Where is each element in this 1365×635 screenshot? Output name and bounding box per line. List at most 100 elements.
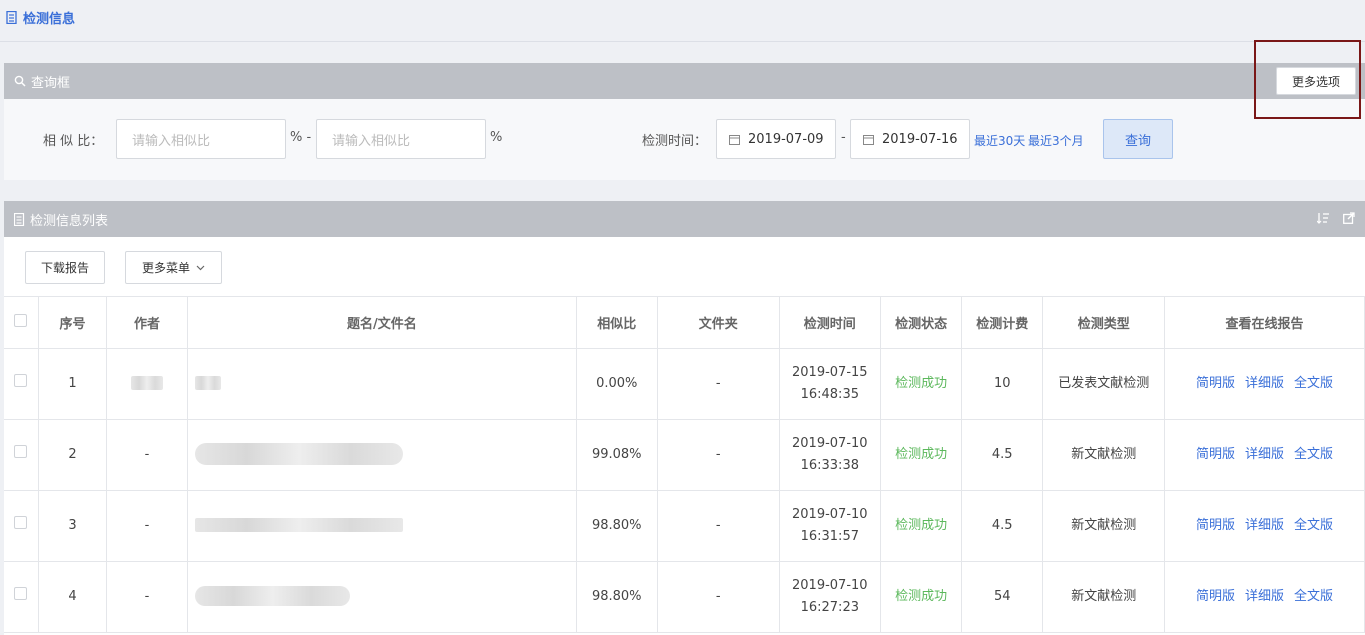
date-end-value: 2019-07-16	[882, 131, 958, 147]
table-row: 1 0.00% - 2019-07-15 16:48:35 检测成功 10 已发表…	[4, 348, 1365, 420]
author-cell: -	[106, 490, 189, 562]
column-header[interactable]: 作者	[106, 297, 189, 349]
row-number: 2	[38, 419, 107, 491]
detection-time-cell: 2019-07-10 16:33:38	[779, 419, 882, 491]
similarity-cell: 0.00%	[576, 348, 658, 420]
list-icon	[14, 212, 25, 226]
row-number: 3	[38, 490, 107, 562]
select-all-cell[interactable]	[4, 297, 39, 349]
detection-time-cell: 2019-07-10 16:27:23	[779, 561, 882, 633]
redacted-title	[195, 586, 351, 606]
date-start-value: 2019-07-09	[748, 131, 824, 147]
row-checkbox[interactable]	[14, 444, 28, 458]
column-header[interactable]: 相似比	[576, 297, 658, 349]
brief-report-link[interactable]: 简明版	[1196, 589, 1235, 604]
detailed-report-link[interactable]: 详细版	[1245, 376, 1284, 391]
full-report-link[interactable]: 全文版	[1294, 376, 1333, 391]
column-header[interactable]: 序号	[38, 297, 107, 349]
calendar-icon	[729, 134, 740, 145]
fee-cell: 4.5	[961, 490, 1044, 562]
folder-cell: -	[657, 348, 780, 420]
row-number: 1	[38, 348, 107, 420]
list-panel: 检测信息列表 下载报告 更多菜单 序号 作者 题名/文件名 相似比 文件夹 检测…	[4, 201, 1365, 635]
report-links-cell: 简明版 详细版 全文版	[1164, 561, 1365, 633]
folder-cell: -	[657, 419, 780, 491]
fee-cell: 10	[961, 348, 1044, 420]
similarity-max-input[interactable]: 请输入相似比	[316, 119, 486, 159]
row-number: 4	[38, 561, 107, 633]
list-toolbar: 下载报告 更多菜单	[4, 237, 1365, 297]
query-panel-header: 查询框 更多选项	[4, 63, 1365, 99]
report-links-cell: 简明版 详细版 全文版	[1164, 348, 1365, 420]
date-end-input[interactable]: 2019-07-16	[850, 119, 970, 159]
status-cell: 检测成功	[880, 490, 963, 562]
row-checkbox[interactable]	[14, 515, 28, 529]
page-title: 检测信息	[6, 8, 75, 27]
sort-icon[interactable]	[1317, 212, 1329, 224]
fee-cell: 54	[961, 561, 1044, 633]
full-report-link[interactable]: 全文版	[1294, 518, 1333, 533]
chevron-down-icon	[196, 265, 205, 270]
last-3-months-link[interactable]: 最近3个月	[1028, 132, 1084, 149]
brief-report-link[interactable]: 简明版	[1196, 447, 1235, 462]
detailed-report-link[interactable]: 详细版	[1245, 518, 1284, 533]
table-row: 4 - 98.80% - 2019-07-10 16:27:23 检测成功 54 …	[4, 561, 1365, 633]
redacted-title	[195, 376, 222, 390]
full-report-link[interactable]: 全文版	[1294, 589, 1333, 604]
similarity-cell: 98.80%	[576, 490, 658, 562]
query-button[interactable]: 查询	[1103, 119, 1173, 159]
author-cell	[106, 348, 189, 420]
table-header-row: 序号 作者 题名/文件名 相似比 文件夹 检测时间 检测状态 检测计费 检测类型…	[4, 297, 1365, 349]
last-30-days-link[interactable]: 最近30天	[974, 132, 1025, 149]
author-cell: -	[106, 419, 189, 491]
top-bar: 检测信息	[0, 0, 1365, 42]
detection-time-cell: 2019-07-10 16:31:57	[779, 490, 882, 562]
date-start-input[interactable]: 2019-07-09	[716, 119, 836, 159]
redacted-title	[195, 518, 404, 532]
title-cell[interactable]	[187, 348, 577, 420]
type-cell: 新文献检测	[1042, 490, 1166, 562]
query-panel-title: 查询框	[31, 75, 71, 91]
detailed-report-link[interactable]: 详细版	[1245, 589, 1284, 604]
brief-report-link[interactable]: 简明版	[1196, 376, 1235, 391]
row-checkbox[interactable]	[14, 586, 28, 600]
more-options-button[interactable]: 更多选项	[1276, 67, 1356, 95]
similarity-min-input[interactable]: 请输入相似比	[116, 119, 286, 159]
detection-table: 序号 作者 题名/文件名 相似比 文件夹 检测时间 检测状态 检测计费 检测类型…	[4, 297, 1365, 633]
title-cell[interactable]	[187, 419, 577, 491]
column-header[interactable]: 题名/文件名	[187, 297, 577, 349]
redacted-title	[195, 443, 404, 466]
detection-time-cell: 2019-07-15 16:48:35	[779, 348, 882, 420]
column-header[interactable]: 检测类型	[1042, 297, 1166, 349]
column-header[interactable]: 检测时间	[779, 297, 882, 349]
row-checkbox[interactable]	[14, 373, 28, 387]
column-header[interactable]: 检测计费	[961, 297, 1044, 349]
document-icon	[6, 11, 17, 24]
query-form: 相 似 比： 请输入相似比 % - 请输入相似比 % 检测时间： 2019-07…	[4, 99, 1365, 180]
query-panel: 查询框 更多选项 相 似 比： 请输入相似比 % - 请输入相似比 % 检测时间…	[4, 63, 1365, 180]
more-menu-button[interactable]: 更多菜单	[125, 251, 222, 284]
report-links-cell: 简明版 详细版 全文版	[1164, 419, 1365, 491]
table-row: 2 - 99.08% - 2019-07-10 16:33:38 检测成功 4.5…	[4, 419, 1365, 491]
list-panel-header: 检测信息列表	[4, 201, 1365, 237]
status-cell: 检测成功	[880, 348, 963, 420]
select-all-checkbox[interactable]	[14, 313, 28, 327]
column-header[interactable]: 查看在线报告	[1164, 297, 1365, 349]
list-panel-title: 检测信息列表	[30, 213, 109, 229]
detailed-report-link[interactable]: 详细版	[1245, 447, 1284, 462]
column-header[interactable]: 检测状态	[880, 297, 963, 349]
brief-report-link[interactable]: 简明版	[1196, 518, 1235, 533]
column-header[interactable]: 文件夹	[657, 297, 780, 349]
title-cell[interactable]	[187, 561, 577, 633]
export-icon[interactable]	[1343, 212, 1355, 224]
download-report-button[interactable]: 下载报告	[25, 251, 105, 284]
folder-cell: -	[657, 561, 780, 633]
table-row: 3 - 98.80% - 2019-07-10 16:31:57 检测成功 4.5…	[4, 490, 1365, 562]
full-report-link[interactable]: 全文版	[1294, 447, 1333, 462]
type-cell: 已发表文献检测	[1042, 348, 1166, 420]
more-menu-label: 更多菜单	[141, 261, 190, 275]
title-cell[interactable]	[187, 490, 577, 562]
time-label: 检测时间：	[642, 134, 708, 149]
page-title-text: 检测信息	[23, 12, 76, 27]
status-cell: 检测成功	[880, 419, 963, 491]
